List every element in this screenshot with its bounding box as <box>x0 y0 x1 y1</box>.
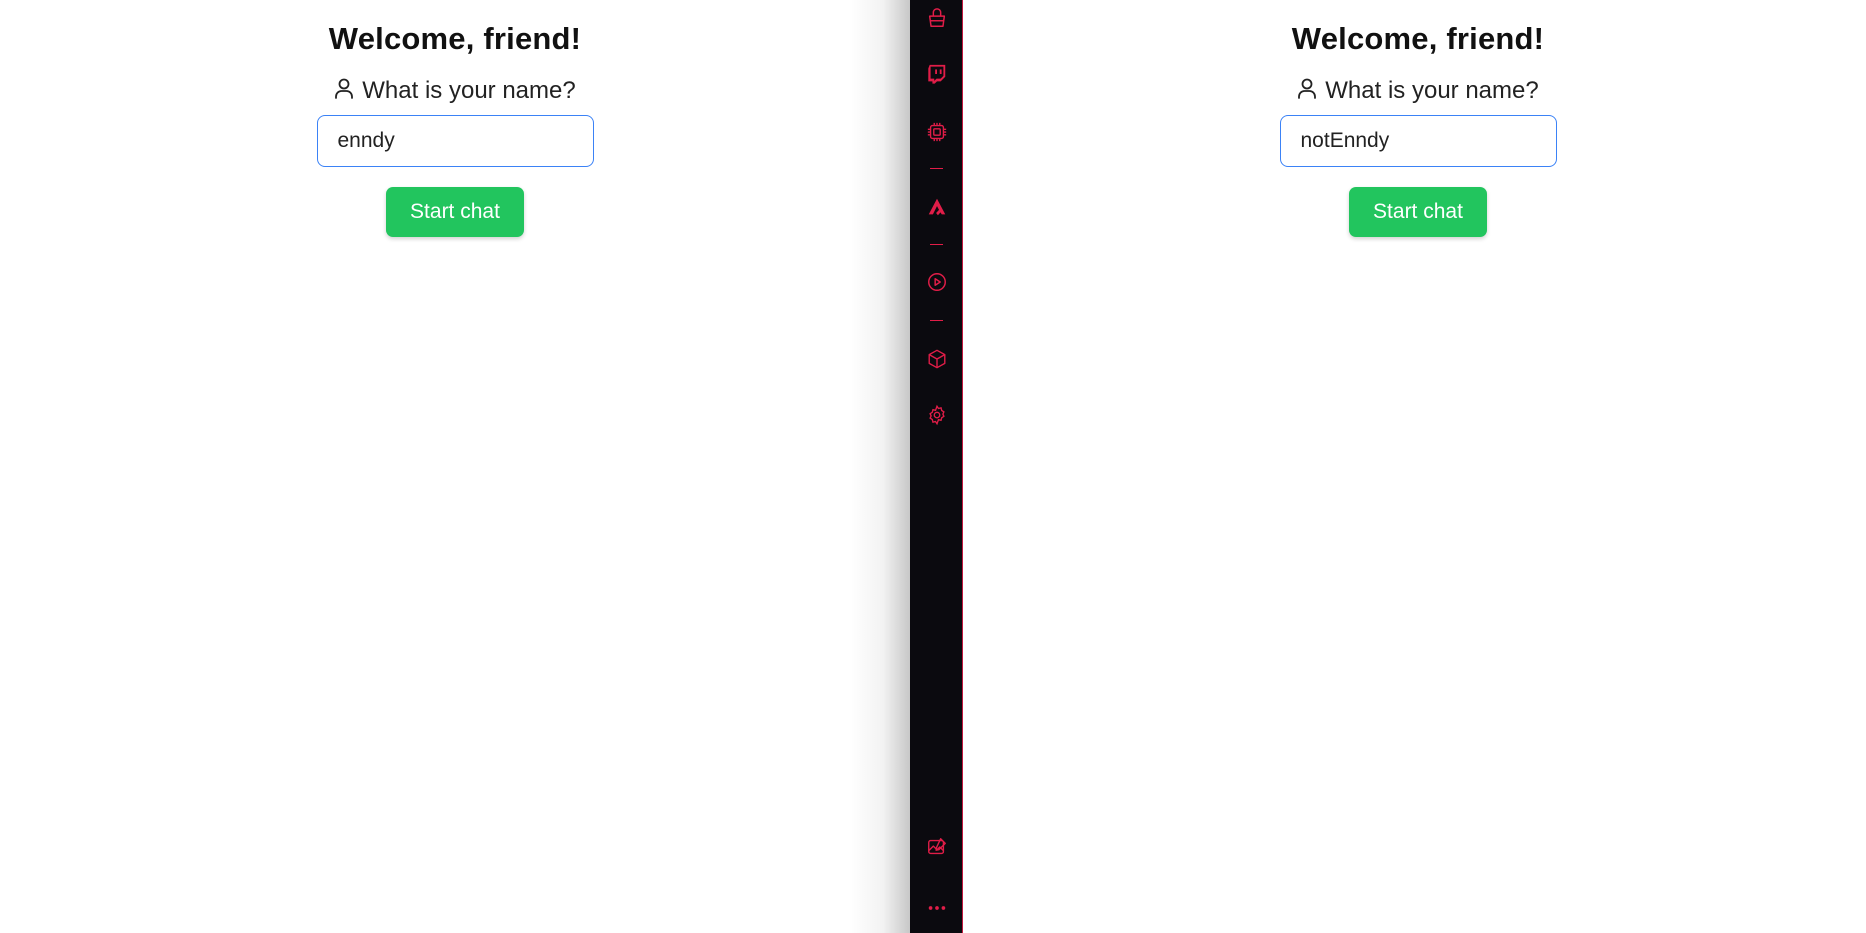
cube-icon[interactable] <box>926 348 948 370</box>
twitch-icon[interactable] <box>926 63 948 85</box>
welcome-heading: Welcome, friend! <box>1291 21 1545 56</box>
login-form: Welcome, friend! What is your name? Star… <box>305 0 605 237</box>
start-chat-button[interactable]: Start chat <box>386 187 524 237</box>
name-prompt-text: What is your name? <box>1325 77 1539 104</box>
sidebar-divider <box>930 320 943 321</box>
play-circle-icon[interactable] <box>926 271 948 293</box>
name-prompt-text: What is your name? <box>362 77 576 104</box>
left-chat-pane: Welcome, friend! What is your name? Star… <box>0 0 910 933</box>
name-input[interactable] <box>1279 115 1557 167</box>
login-form: Welcome, friend! What is your name? Star… <box>1268 0 1568 237</box>
more-icon[interactable] <box>926 897 948 919</box>
name-input[interactable] <box>316 115 594 167</box>
arc-icon[interactable] <box>926 196 948 218</box>
sidebar-divider <box>930 168 943 169</box>
browser-sidebar <box>910 0 963 933</box>
photo-edit-icon[interactable] <box>926 836 948 858</box>
name-prompt: What is your name? <box>334 76 576 106</box>
start-chat-button[interactable]: Start chat <box>1349 187 1487 237</box>
shopping-bag-icon[interactable] <box>926 7 948 29</box>
user-icon <box>1297 77 1317 106</box>
chip-icon[interactable] <box>926 121 948 143</box>
user-icon <box>334 77 354 106</box>
sidebar-divider <box>930 244 943 245</box>
welcome-heading: Welcome, friend! <box>328 21 582 56</box>
right-chat-pane: Welcome, friend! What is your name? Star… <box>963 0 1866 933</box>
name-prompt: What is your name? <box>1297 76 1539 106</box>
gear-icon[interactable] <box>926 404 948 426</box>
